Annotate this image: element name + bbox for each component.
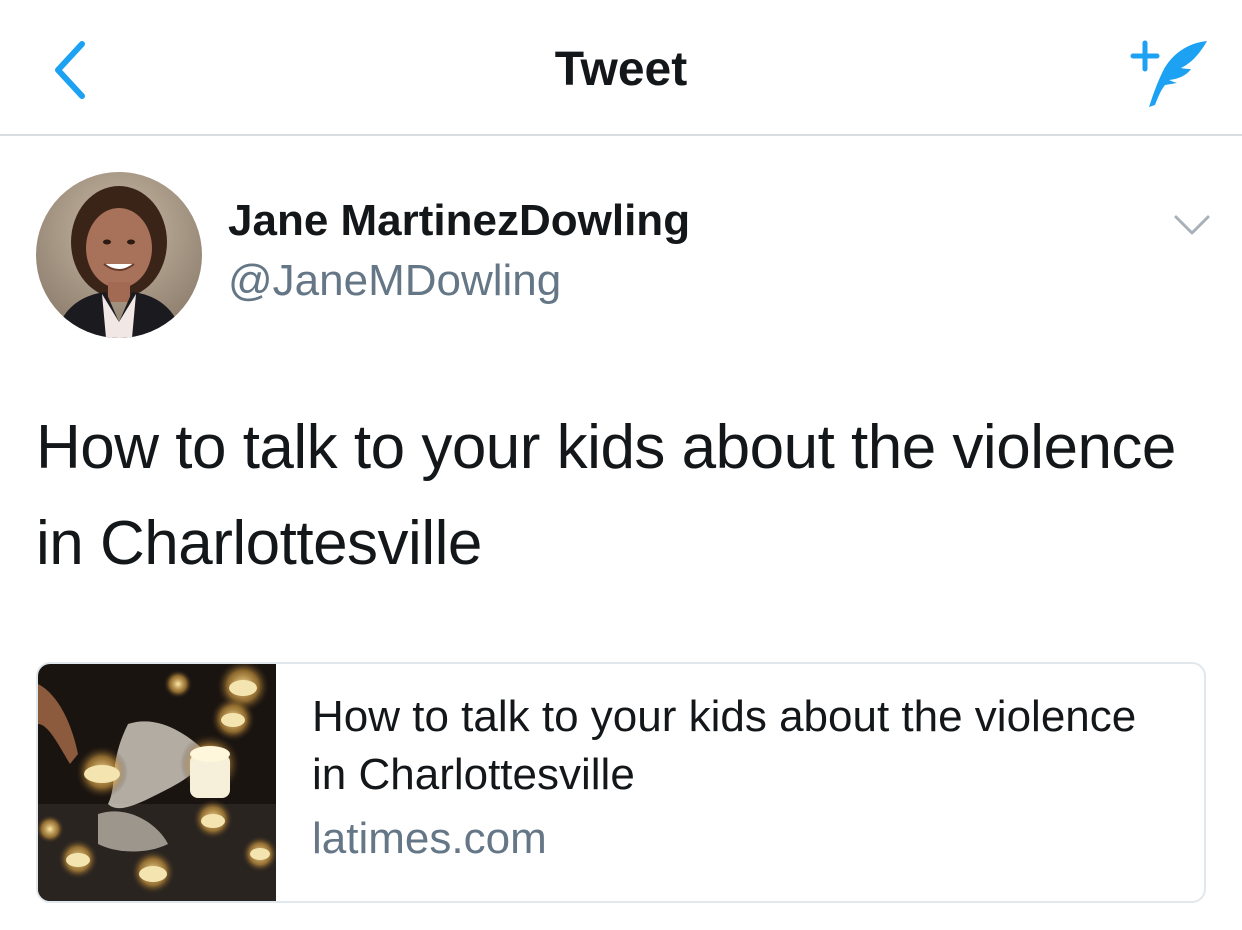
card-domain: latimes.com [312, 814, 547, 863]
avatar-photo [36, 172, 202, 338]
avatar[interactable] [36, 172, 202, 338]
tweet-text: How to talk to your kids about the viole… [36, 413, 1176, 578]
tweet-menu-button[interactable] [1170, 205, 1214, 245]
card-title: How to talk to your kids about the viole… [312, 692, 1137, 799]
compose-tweet-icon [1130, 40, 1207, 107]
candles-image [38, 664, 278, 901]
page-title: Tweet [554, 43, 688, 96]
nav-bar: Tweet [0, 0, 1242, 136]
back-button[interactable] [40, 30, 110, 110]
link-card[interactable]: How to talk to your kids about the viole… [36, 662, 1206, 903]
chevron-down-icon [1174, 215, 1210, 235]
author-display-name[interactable]: Jane MartinezDowling [228, 196, 690, 246]
compose-tweet-button[interactable] [1125, 35, 1215, 110]
author-handle[interactable]: @JaneMDowling [228, 256, 561, 306]
chevron-left-icon [55, 41, 85, 99]
